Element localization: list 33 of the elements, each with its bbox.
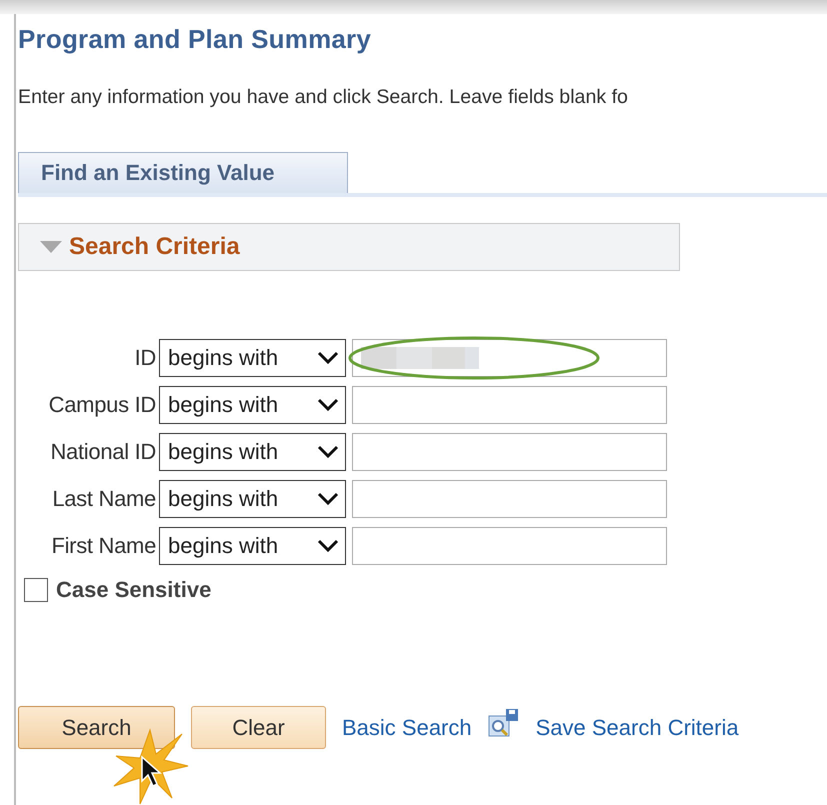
operator-dropdown[interactable]: begins with [159, 480, 346, 518]
button[interactable]: Clear [191, 706, 326, 749]
tab[interactable]: Find an Existing Value [18, 152, 348, 193]
chevron-down-icon [317, 538, 339, 552]
section-header[interactable]: Search Criteria [18, 223, 680, 271]
chevron-down-icon [317, 444, 339, 458]
chevron-down-icon [317, 350, 339, 364]
magnifier-disk-icon[interactable] [488, 708, 520, 740]
section-title: Search Criteria [69, 233, 240, 261]
triangle-down-icon [39, 240, 63, 254]
chevron-down-icon [317, 398, 339, 412]
checkbox-label: Case Sensitive [56, 577, 212, 603]
input-field[interactable] [352, 386, 667, 424]
field-label: Campus ID [48, 392, 157, 418]
input-field[interactable] [352, 526, 667, 564]
field-label: National ID [49, 438, 157, 464]
operator-dropdown[interactable]: begins with [159, 432, 346, 470]
instructions-text: Enter any information you have and click Search. Leave fields blank fo [18, 86, 629, 110]
checkbox[interactable] [24, 578, 48, 602]
input-field[interactable] [352, 338, 667, 376]
operator-dropdown[interactable]: begins with [159, 526, 346, 564]
link[interactable]: Basic Search [342, 714, 472, 740]
field-label: First Name [50, 532, 157, 558]
button[interactable]: Search [18, 706, 175, 749]
page-title: Program and Plan Summary [18, 23, 372, 56]
link[interactable]: Save Search Criteria [536, 714, 739, 740]
input-field[interactable] [352, 432, 667, 470]
field-label: Last Name [51, 486, 157, 512]
field-label: ID [134, 344, 157, 370]
operator-dropdown[interactable]: begins with [159, 338, 346, 376]
operator-dropdown[interactable]: begins with [159, 386, 346, 424]
input-field[interactable] [352, 480, 667, 518]
chevron-down-icon [317, 492, 339, 506]
